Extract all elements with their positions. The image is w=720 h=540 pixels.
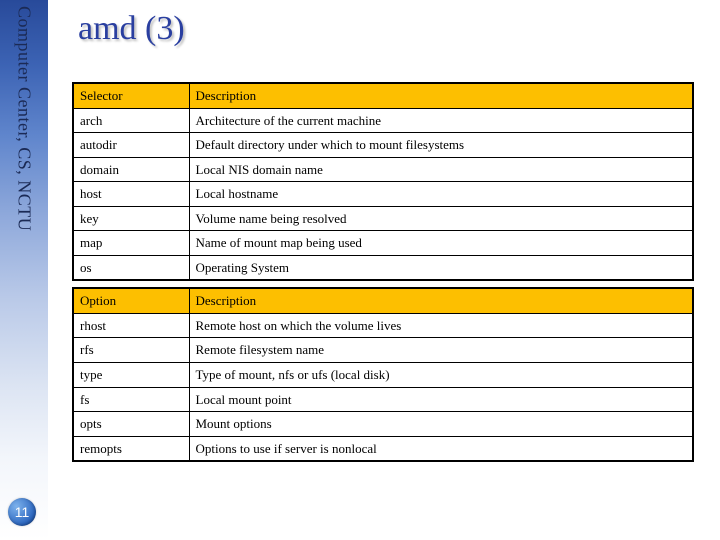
table-cell: Volume name being resolved (189, 206, 693, 231)
table-cell: opts (73, 412, 189, 437)
table-cell: Name of mount map being used (189, 231, 693, 256)
table-cell: Options to use if server is nonlocal (189, 436, 693, 461)
table-cell: Default directory under which to mount f… (189, 133, 693, 158)
options-table: Option Description rhost Remote host on … (72, 287, 694, 462)
table-header-cell: Description (189, 83, 693, 108)
table-row: map Name of mount map being used (73, 231, 693, 256)
table-row: type Type of mount, nfs or ufs (local di… (73, 363, 693, 388)
table-cell: Operating System (189, 255, 693, 280)
slide-content: Selector Description arch Architecture o… (72, 82, 692, 462)
sidebar-gradient: Computer Center, CS, NCTU (0, 0, 48, 540)
page-number-badge: 11 (8, 498, 36, 526)
table-header-cell: Description (189, 288, 693, 313)
table-header-row: Selector Description (73, 83, 693, 108)
table-header-cell: Selector (73, 83, 189, 108)
table-row: remopts Options to use if server is nonl… (73, 436, 693, 461)
table-cell: autodir (73, 133, 189, 158)
table-cell: Remote filesystem name (189, 338, 693, 363)
table-row: autodir Default directory under which to… (73, 133, 693, 158)
table-cell: Local hostname (189, 182, 693, 207)
table-cell: host (73, 182, 189, 207)
table-row: key Volume name being resolved (73, 206, 693, 231)
table-row: opts Mount options (73, 412, 693, 437)
table-row: rfs Remote filesystem name (73, 338, 693, 363)
table-cell: domain (73, 157, 189, 182)
table-cell: key (73, 206, 189, 231)
table-cell: arch (73, 108, 189, 133)
table-row: arch Architecture of the current machine (73, 108, 693, 133)
table-row: domain Local NIS domain name (73, 157, 693, 182)
table-header-cell: Option (73, 288, 189, 313)
table-cell: Type of mount, nfs or ufs (local disk) (189, 363, 693, 388)
table-cell: Mount options (189, 412, 693, 437)
selectors-table: Selector Description arch Architecture o… (72, 82, 694, 281)
table-cell: Architecture of the current machine (189, 108, 693, 133)
table-cell: os (73, 255, 189, 280)
table-row: rhost Remote host on which the volume li… (73, 313, 693, 338)
table-header-row: Option Description (73, 288, 693, 313)
table-cell: map (73, 231, 189, 256)
table-row: fs Local mount point (73, 387, 693, 412)
table-cell: type (73, 363, 189, 388)
table-cell: Remote host on which the volume lives (189, 313, 693, 338)
table-cell: Local mount point (189, 387, 693, 412)
table-cell: rfs (73, 338, 189, 363)
table-cell: remopts (73, 436, 189, 461)
sidebar-label: Computer Center, CS, NCTU (14, 6, 35, 231)
table-row: host Local hostname (73, 182, 693, 207)
table-cell: rhost (73, 313, 189, 338)
slide: Computer Center, CS, NCTU 11 amd (3) Sel… (0, 0, 720, 540)
table-cell: fs (73, 387, 189, 412)
table-cell: Local NIS domain name (189, 157, 693, 182)
page-title: amd (3) (78, 10, 185, 48)
table-row: os Operating System (73, 255, 693, 280)
